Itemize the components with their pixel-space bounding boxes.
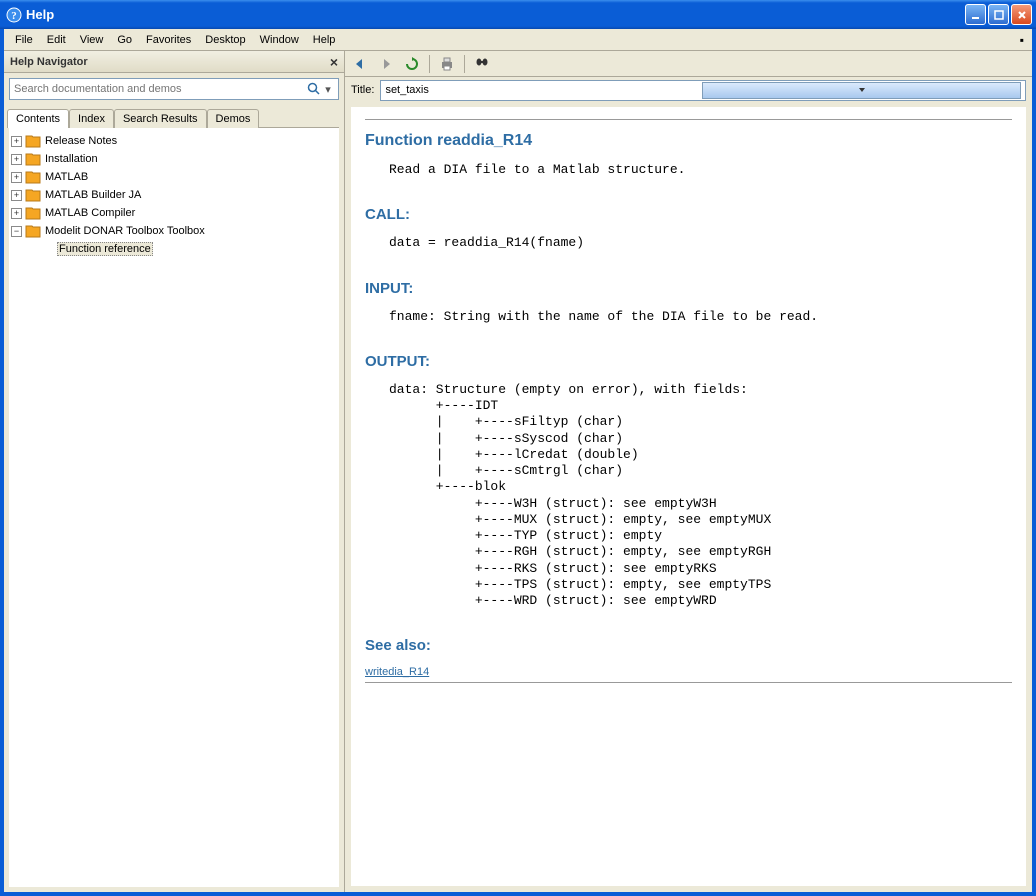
doc-output-text: data: Structure (empty on error), with f… [389,382,1012,610]
book-icon [25,134,41,148]
navigator-close-icon[interactable]: × [330,54,338,70]
doc-output-heading: OUTPUT: [365,353,1012,370]
menu-favorites[interactable]: Favorites [139,32,198,48]
book-icon [25,170,41,184]
doc-call-code: data = readdia_R14(fname) [389,235,1012,251]
menu-help[interactable]: Help [306,32,343,48]
content-toolbar [345,51,1032,77]
expand-icon[interactable]: + [11,208,22,219]
minimize-button[interactable] [965,4,986,25]
title-row: Title: set_taxis [345,77,1032,103]
doc-function-heading: Function readdia_R14 [365,132,1012,150]
maximize-button[interactable] [988,4,1009,25]
refresh-button[interactable] [401,53,423,75]
search-icon[interactable] [306,81,322,97]
tab-demos[interactable]: Demos [207,109,260,128]
doc-call-heading: CALL: [365,206,1012,223]
tree-label[interactable]: Modelit DONAR Toolbox Toolbox [45,225,205,237]
doc-input-heading: INPUT: [365,280,1012,297]
tree-node[interactable]: + MATLAB Builder JA [11,186,337,204]
menu-view[interactable]: View [73,32,111,48]
contents-tree[interactable]: + Release Notes + Installation + MATLAB … [9,127,339,887]
title-select-value: set_taxis [385,84,702,96]
svg-text:?: ? [11,10,17,22]
menu-desktop[interactable]: Desktop [198,32,252,48]
menu-bar: File Edit View Go Favorites Desktop Wind… [4,29,1032,51]
expand-icon[interactable]: + [11,172,22,183]
title-label: Title: [351,84,374,96]
navigator-title: Help Navigator [10,56,88,68]
doc-input-text: fname: String with the name of the DIA f… [389,309,1012,325]
doc-content: Function readdia_R14 Read a DIA file to … [351,107,1026,886]
tree-node[interactable]: − Modelit DONAR Toolbox Toolbox [11,222,337,240]
tree-label[interactable]: Release Notes [45,135,117,147]
forward-button[interactable] [375,53,397,75]
search-dropdown-icon[interactable]: ▾ [322,83,334,96]
search-box[interactable]: ▾ [9,78,339,100]
book-icon [25,206,41,220]
tree-node[interactable]: + MATLAB Compiler [11,204,337,222]
menu-edit[interactable]: Edit [40,32,73,48]
help-app-icon: ? [6,7,22,23]
menu-window[interactable]: Window [253,32,306,48]
navigator-tabs: Contents Index Search Results Demos [4,105,344,127]
help-navigator-panel: Help Navigator × ▾ Contents Index Search… [4,51,345,892]
tree-label-selected[interactable]: Function reference [57,242,153,256]
navigator-header: Help Navigator × [4,51,344,73]
back-button[interactable] [349,53,371,75]
search-input[interactable] [14,83,306,95]
book-icon [25,188,41,202]
tab-search-results[interactable]: Search Results [114,109,207,128]
expand-icon[interactable]: + [11,154,22,165]
doc-description: Read a DIA file to a Matlab structure. [389,162,1012,178]
tree-label[interactable]: MATLAB Builder JA [45,189,141,201]
expand-icon[interactable]: + [11,136,22,147]
dropdown-icon[interactable] [702,82,1021,99]
close-button[interactable] [1011,4,1032,25]
menu-go[interactable]: Go [110,32,139,48]
tree-node[interactable]: + MATLAB [11,168,337,186]
book-icon [25,224,41,238]
tab-index[interactable]: Index [69,109,114,128]
tree-node[interactable]: Function reference [43,240,337,258]
tree-label[interactable]: MATLAB [45,171,88,183]
doc-seealso-heading: See also: [365,637,1012,654]
tree-label[interactable]: Installation [45,153,98,165]
tree-node[interactable]: + Installation [11,150,337,168]
book-icon [25,152,41,166]
expand-icon[interactable]: + [11,190,22,201]
menu-file[interactable]: File [8,32,40,48]
collapse-icon[interactable]: − [11,226,22,237]
tree-label[interactable]: MATLAB Compiler [45,207,135,219]
tree-node[interactable]: + Release Notes [11,132,337,150]
menu-overflow-icon[interactable]: ▪ [1020,33,1028,47]
title-select[interactable]: set_taxis [380,80,1026,101]
tab-contents[interactable]: Contents [7,109,69,128]
seealso-link[interactable]: writedia_R14 [365,666,429,678]
window-titlebar: ? Help [0,0,1036,29]
find-button[interactable] [471,53,493,75]
window-title: Help [26,7,965,22]
print-button[interactable] [436,53,458,75]
help-content-panel: Title: set_taxis Function readdia_R14 Re… [345,51,1032,892]
